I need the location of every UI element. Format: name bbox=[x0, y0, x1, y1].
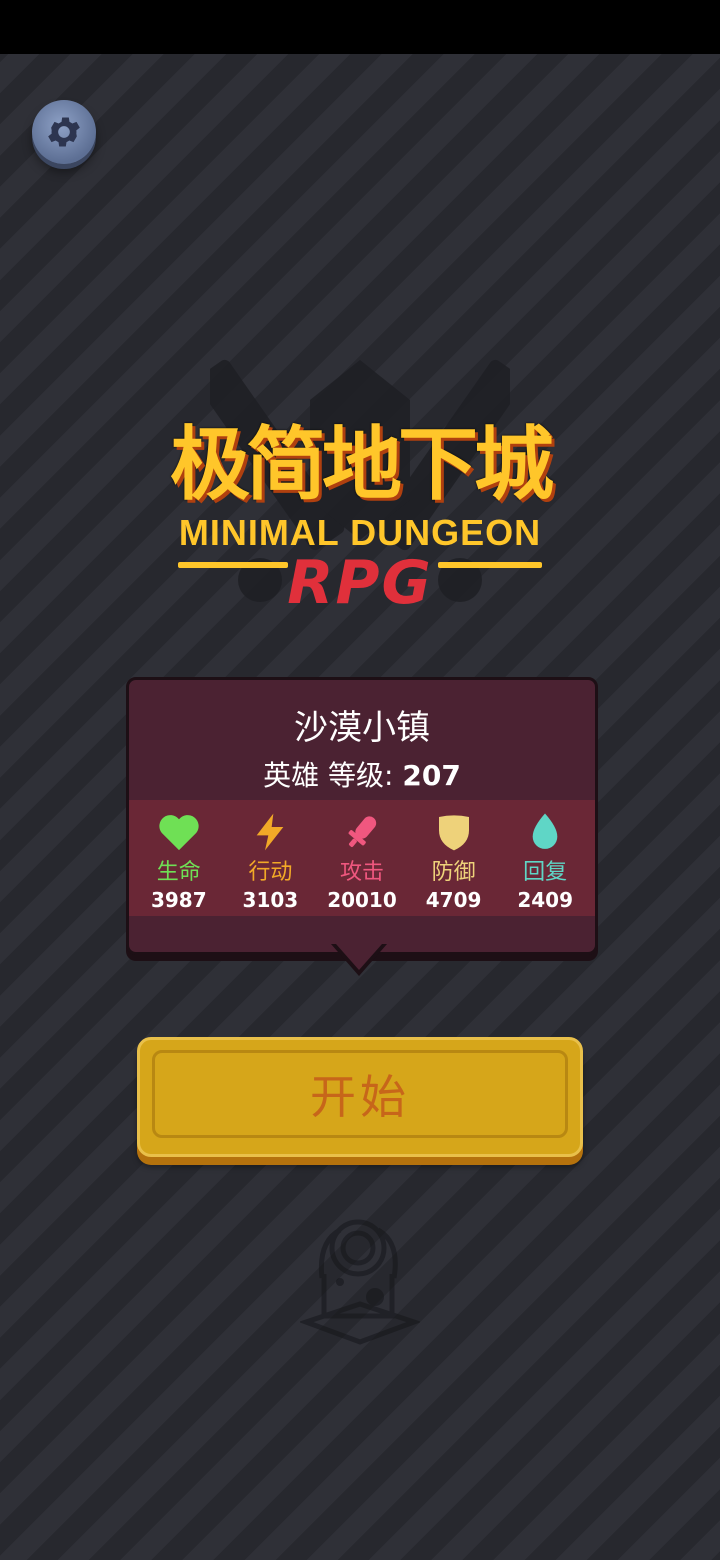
hero-level-label: 英雄 等级: bbox=[263, 759, 394, 792]
shield-icon bbox=[438, 815, 469, 851]
stat-action-value: 3103 bbox=[242, 888, 299, 912]
stat-defense: 防御 4709 bbox=[411, 800, 497, 916]
creature-icon bbox=[298, 1212, 422, 1352]
settings-button[interactable] bbox=[32, 100, 96, 164]
hero-level: 英雄 等级: 207 bbox=[129, 754, 595, 794]
stat-defense-value: 4709 bbox=[425, 888, 482, 912]
hero-stats: 生命 3987 行动 3103 攻击 20010 防御 4709 回复 2409 bbox=[129, 800, 595, 916]
card-pointer-fill bbox=[336, 944, 382, 970]
stat-defense-label: 防御 bbox=[431, 860, 476, 885]
game-logo: 极简地下城 MINIMAL DUNGEON RPG bbox=[140, 340, 580, 620]
sword-icon bbox=[348, 816, 377, 847]
location-name: 沙漠小镇 bbox=[294, 708, 430, 748]
stat-hp: 生命 3987 bbox=[136, 800, 222, 916]
stat-attack: 攻击 20010 bbox=[319, 800, 405, 916]
logo-title-cn: 极简地下城 bbox=[170, 418, 554, 511]
stat-regen: 回复 2409 bbox=[502, 800, 588, 916]
droplet-icon bbox=[532, 813, 558, 849]
gear-icon bbox=[48, 117, 80, 147]
status-bar bbox=[0, 0, 720, 54]
start-button[interactable]: 开始 bbox=[137, 1037, 583, 1157]
stat-hp-value: 3987 bbox=[150, 888, 207, 912]
logo-rpg: RPG bbox=[287, 548, 433, 618]
heart-icon bbox=[159, 815, 199, 851]
stat-attack-value: 20010 bbox=[327, 888, 397, 912]
stat-regen-value: 2409 bbox=[517, 888, 573, 912]
start-button-label: 开始 bbox=[310, 1070, 410, 1124]
stat-attack-label: 攻击 bbox=[339, 860, 384, 885]
lightning-icon bbox=[257, 813, 284, 851]
hero-level-value: 207 bbox=[402, 759, 461, 792]
stat-regen-label: 回复 bbox=[523, 860, 568, 885]
stat-hp-label: 生命 bbox=[156, 860, 201, 885]
location-card: 沙漠小镇 英雄 等级: 207 生命 3987 行动 3103 攻击 20010… bbox=[126, 677, 598, 955]
stat-action-label: 行动 bbox=[248, 860, 293, 885]
stat-action: 行动 3103 bbox=[227, 800, 313, 916]
